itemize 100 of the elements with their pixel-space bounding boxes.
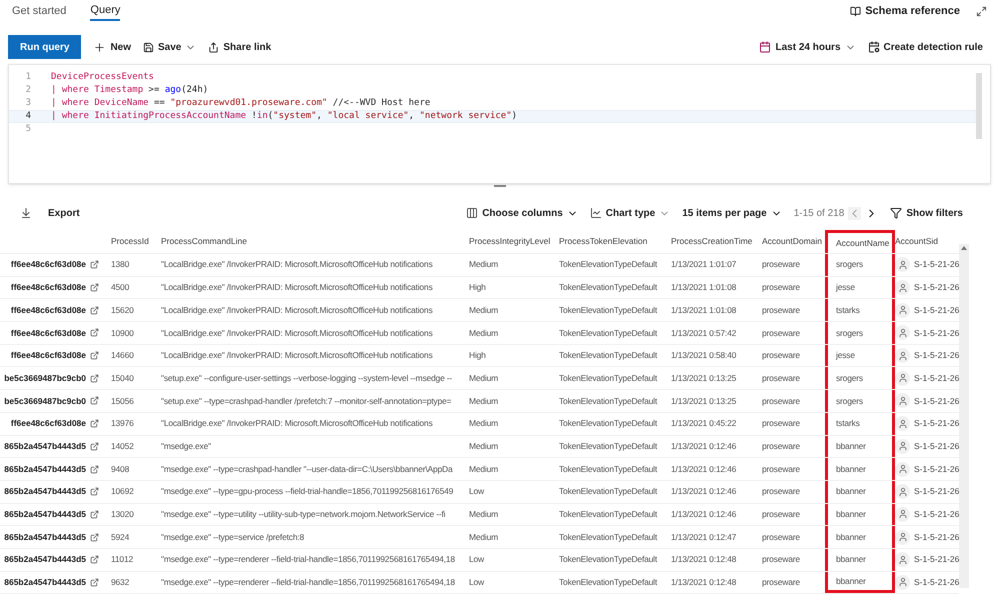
open-link-icon[interactable] <box>90 306 99 315</box>
user-avatar-icon <box>895 574 910 590</box>
table-cell: "msedge.exe" --type=gpu-process --field-trial-handle=1856,701199256816176549 <box>161 485 454 498</box>
items-per-page-dropdown[interactable]: 15 items per page <box>682 206 782 220</box>
table-cell: 1/13/2021 0:12:46 <box>671 508 736 521</box>
table-cell: 1/13/2021 0:13:25 <box>671 394 736 408</box>
line-number: 2 <box>24 84 32 97</box>
device-id[interactable]: 865b2a4547b4443d5 <box>4 530 86 544</box>
table-cell: proseware <box>762 508 800 521</box>
open-link-icon[interactable] <box>90 487 99 496</box>
run-query-button[interactable]: Run query <box>8 35 82 59</box>
column-header[interactable]: ProcessId <box>111 235 149 248</box>
device-id[interactable]: ff6ee48c6cf63d08e <box>10 349 86 362</box>
table-cell: TokenElevationTypeDefault <box>559 485 658 498</box>
table-cell: proseware <box>762 462 800 476</box>
open-link-icon[interactable] <box>90 510 99 519</box>
table-cell: proseware <box>762 258 800 272</box>
open-link-icon[interactable] <box>90 374 99 383</box>
table-cell: S-1-5-21-26 <box>914 281 960 294</box>
scroll-up-icon[interactable] <box>961 246 967 250</box>
table-cell: proseware <box>762 417 800 430</box>
table-cell: 1/13/2021 0:12:48 <box>671 553 736 566</box>
scrollbar[interactable] <box>976 73 982 139</box>
resize-handle[interactable] <box>494 185 506 187</box>
open-link-icon[interactable] <box>90 396 99 406</box>
column-header[interactable]: AccountDomain <box>762 235 822 248</box>
code-line: | where Timestamp >= ago(24h) <box>51 84 208 97</box>
open-link-icon[interactable] <box>90 351 99 360</box>
table-cell: 1/13/2021 0:58:40 <box>671 349 736 362</box>
device-id[interactable]: ff6ee48c6cf63d08e <box>10 417 86 430</box>
column-header[interactable]: ProcessCommandLine <box>161 235 247 248</box>
table-cell: srogers <box>836 372 863 385</box>
table-cell: TokenElevationTypeDefault <box>559 553 658 566</box>
table-cell: proseware <box>762 530 800 544</box>
table-cell: 1/13/2021 1:01:08 <box>671 281 736 294</box>
table-cell: 1/13/2021 0:13:25 <box>671 372 736 385</box>
user-avatar-icon <box>895 530 910 545</box>
table-cell: tstarks <box>836 417 860 430</box>
open-link-icon[interactable] <box>90 419 99 428</box>
table-cell: S-1-5-21-26 <box>914 440 960 453</box>
table-cell: High <box>469 349 486 362</box>
table-cell: 4500 <box>111 281 130 294</box>
chart-type-dropdown[interactable]: Chart type <box>590 206 670 220</box>
tab[interactable]: Get started <box>12 1 66 21</box>
tab[interactable]: Query <box>90 1 120 21</box>
table-cell: 9632 <box>111 576 130 589</box>
device-id[interactable]: 865b2a4547b4443d5 <box>4 508 86 521</box>
table-cell: Low <box>469 485 484 498</box>
expand-icon[interactable] <box>976 6 987 16</box>
device-id[interactable]: 865b2a4547b4443d5 <box>4 462 86 476</box>
device-id[interactable]: ff6ee48c6cf63d08e <box>10 326 86 340</box>
open-link-icon[interactable] <box>90 555 99 564</box>
choose-columns-dropdown[interactable]: Choose columns <box>466 206 578 220</box>
column-header[interactable]: ProcessTokenElevation <box>559 235 648 248</box>
open-link-icon[interactable] <box>90 532 99 542</box>
table-cell: proseware <box>762 553 800 566</box>
open-link-icon[interactable] <box>90 442 99 451</box>
table-cell: Low <box>469 553 484 566</box>
device-id[interactable]: ff6ee48c6cf63d08e <box>10 281 86 294</box>
open-link-icon[interactable] <box>90 578 99 587</box>
table-scrollbar[interactable] <box>959 244 969 588</box>
user-avatar-icon <box>895 280 910 296</box>
table-cell: S-1-5-21-26 <box>914 417 960 430</box>
time-range-dropdown[interactable]: Last 24 hours <box>759 40 856 54</box>
schema-reference-button[interactable]: Schema reference <box>850 2 960 20</box>
table-cell: 15620 <box>111 304 134 317</box>
open-link-icon[interactable] <box>90 283 99 292</box>
device-id[interactable]: 865b2a4547b4443d5 <box>4 485 86 498</box>
table-cell: S-1-5-21-26 <box>914 508 960 521</box>
table-cell: TokenElevationTypeDefault <box>559 258 658 272</box>
open-link-icon[interactable] <box>90 464 99 474</box>
column-header[interactable]: ProcessIntegrityLevel <box>469 235 550 248</box>
device-id[interactable]: ff6ee48c6cf63d08e <box>10 258 86 272</box>
table-cell: tstarks <box>836 304 860 317</box>
table-cell: Medium <box>469 508 498 521</box>
device-id[interactable]: 865b2a4547b4443d5 <box>4 553 86 566</box>
calendar-icon <box>759 41 772 53</box>
open-link-icon[interactable] <box>90 260 99 270</box>
column-header[interactable]: ProcessCreationTime <box>671 235 752 248</box>
user-avatar-icon <box>895 302 910 318</box>
plus-icon <box>93 40 106 54</box>
table-cell: "msedge.exe" --type=renderer --field-trial-handle=1856,7011992568161765494,18 <box>161 576 455 589</box>
table-cell: 1380 <box>111 258 130 272</box>
device-id[interactable]: be5c3669487bc9cb0 <box>4 394 86 408</box>
table-cell: 1/13/2021 1:01:08 <box>671 304 736 317</box>
share-link-button[interactable]: Share link <box>208 40 272 54</box>
device-id[interactable]: 865b2a4547b4443d5 <box>4 576 86 589</box>
save-button[interactable]: Save <box>143 40 196 54</box>
device-id[interactable]: ff6ee48c6cf63d08e <box>10 304 86 317</box>
create-detection-rule-button[interactable]: Create detection rule <box>868 40 983 54</box>
device-id[interactable]: 865b2a4547b4443d5 <box>4 440 86 453</box>
table-cell: 11012 <box>111 553 134 566</box>
show-filters-button[interactable]: Show filters <box>890 206 963 220</box>
device-id[interactable]: be5c3669487bc9cb0 <box>4 372 86 385</box>
table-cell: TokenElevationTypeDefault <box>559 462 658 476</box>
new-button[interactable]: New <box>93 40 132 54</box>
table-cell: "msedge.exe" --type=renderer --field-trial-handle=1856,7011992568161765494,18 <box>161 553 455 566</box>
column-header[interactable]: AccountSid <box>895 235 938 248</box>
open-link-icon[interactable] <box>90 328 99 338</box>
export-button[interactable]: Export <box>20 206 80 220</box>
